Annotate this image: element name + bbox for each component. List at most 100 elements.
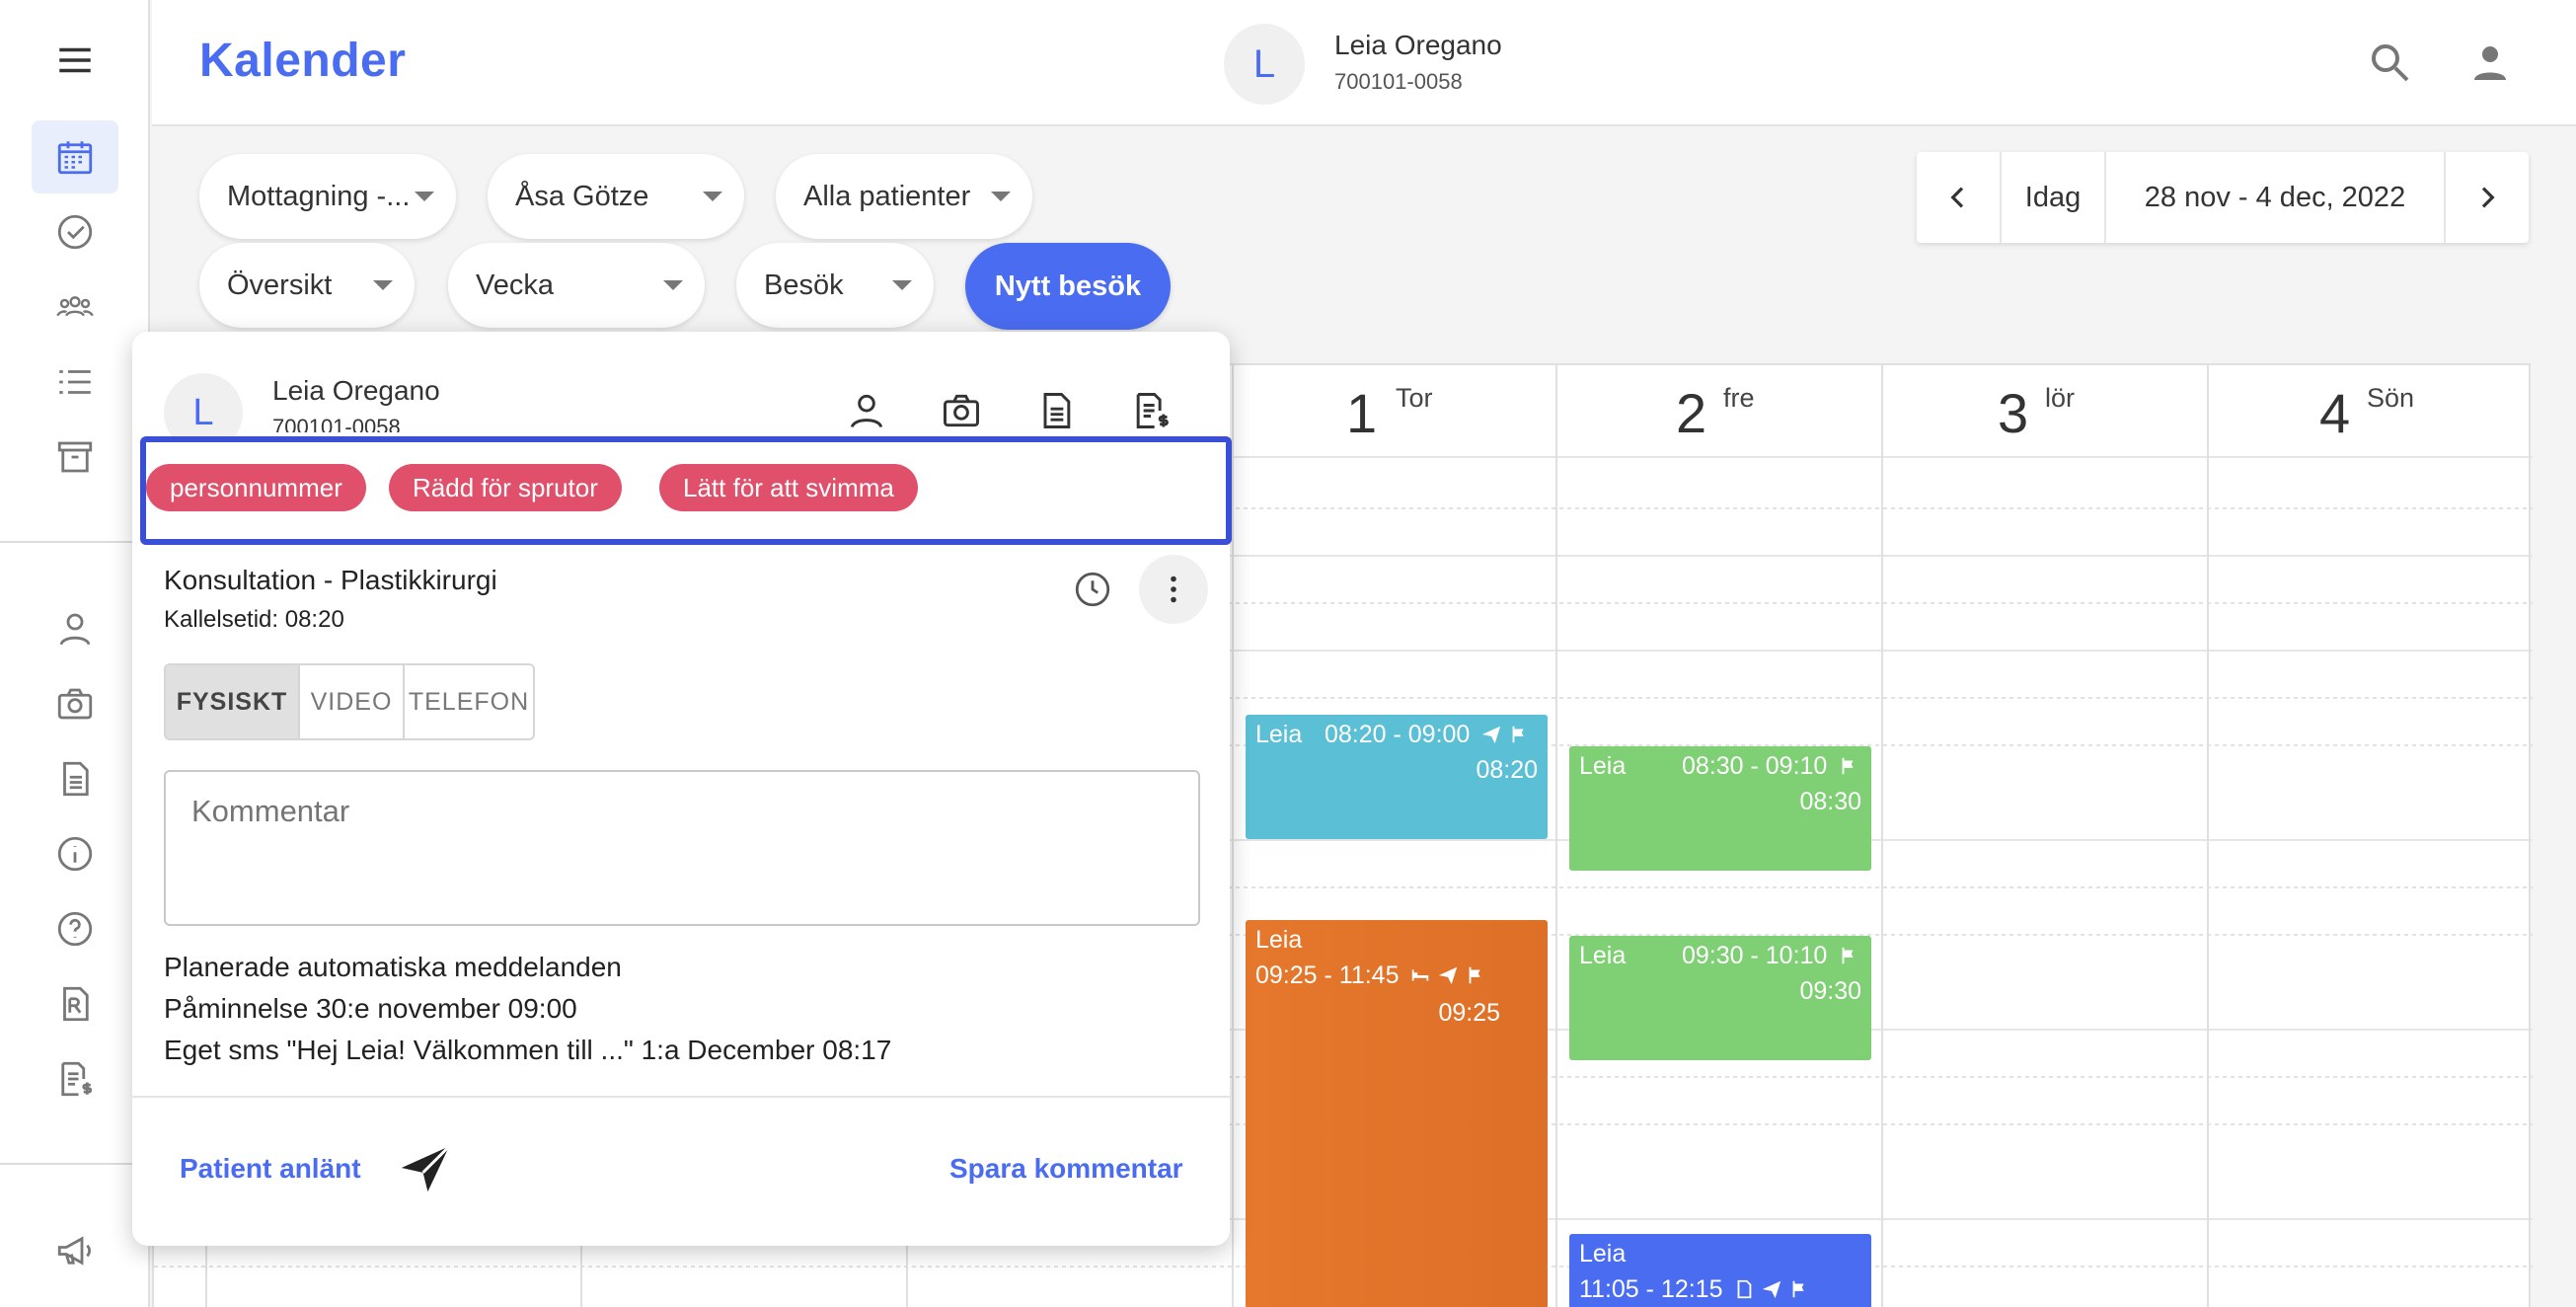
- day-header[interactable]: 1 Tor: [1232, 365, 1557, 458]
- flag-icon: [1842, 757, 1854, 775]
- visit-type-label: Besök: [764, 269, 844, 301]
- patient-tag[interactable]: Lätt för att svimma: [659, 464, 918, 511]
- new-visit-button[interactable]: Nytt besök: [965, 243, 1171, 330]
- messages-heading: Planerade automatiska meddelanden: [164, 952, 622, 982]
- patient-tag[interactable]: Rädd för sprutor: [389, 464, 622, 511]
- mode-physical-button[interactable]: FYSISKT: [166, 665, 300, 738]
- prescription-icon[interactable]: [32, 967, 118, 1040]
- chevron-down-icon: [703, 192, 722, 201]
- event-time-row: 11:05 - 12:15: [1579, 1275, 1811, 1304]
- send-icon: [1482, 726, 1501, 744]
- document-icon[interactable]: [1028, 383, 1084, 438]
- sidebar-divider: [0, 1163, 150, 1165]
- appointment-event[interactable]: Leia 08:20 - 09:00 08:20: [1246, 715, 1548, 839]
- comment-field[interactable]: [164, 770, 1200, 926]
- chevron-down-icon: [991, 192, 1011, 201]
- patient-filter-label: Alla patienter: [803, 180, 971, 212]
- account-icon[interactable]: [2458, 30, 2523, 95]
- patient-filter-select[interactable]: Alla patienter: [776, 154, 1032, 239]
- appointment-event[interactable]: Leia 09:30 - 10:10 09:30: [1569, 936, 1871, 1060]
- day-header[interactable]: 4 Sön: [2209, 365, 2531, 458]
- patient-tags-box: personnummer Rädd för sprutor Lätt för a…: [140, 436, 1232, 545]
- day-header[interactable]: 2 fre: [1557, 365, 1883, 458]
- check-circle-icon[interactable]: [32, 195, 118, 269]
- send-icon[interactable]: [397, 1139, 454, 1196]
- send-icon: [1763, 1280, 1781, 1299]
- appointment-event[interactable]: Leia 11:05 - 12:15: [1569, 1234, 1871, 1307]
- invoice-icon[interactable]: [32, 1042, 118, 1115]
- chevron-down-icon: [373, 280, 393, 290]
- day-number: 2: [1676, 382, 1707, 444]
- day-header[interactable]: 3 lör: [1883, 365, 2209, 458]
- menu-icon[interactable]: [32, 24, 118, 97]
- popup-divider: [132, 1096, 1230, 1098]
- flag-icon: [1470, 966, 1481, 984]
- view-mode-select[interactable]: Vecka: [448, 243, 705, 328]
- event-status-icons: [1404, 961, 1487, 990]
- sidebar-divider: [0, 541, 150, 543]
- popup-patient-id: 700101-0058: [272, 415, 401, 432]
- document-icon[interactable]: [32, 742, 118, 815]
- event-status-icons: [1833, 942, 1860, 970]
- invoice-icon[interactable]: [1123, 383, 1178, 438]
- camera-icon[interactable]: [32, 667, 118, 740]
- appointment-event[interactable]: Leia 09:25 - 11:45 09:25: [1246, 920, 1548, 1307]
- view-mode-label: Vecka: [476, 269, 554, 301]
- info-icon[interactable]: [32, 817, 118, 890]
- patient-arrived-button[interactable]: Patient anlänt: [180, 1153, 361, 1185]
- event-time-row: 08:20 - 09:00: [1325, 721, 1531, 749]
- event-time: 09:30 - 10:10: [1682, 942, 1828, 969]
- camera-icon[interactable]: [934, 383, 989, 438]
- practitioner-filter-label: Åsa Götze: [515, 180, 649, 212]
- visit-type-select[interactable]: Besök: [736, 243, 934, 328]
- patient-profile-icon[interactable]: [839, 383, 894, 438]
- popup-patient-name: Leia Oregano: [272, 375, 440, 406]
- clock-icon[interactable]: [1058, 555, 1127, 624]
- chevron-right-icon: [2481, 187, 2495, 208]
- event-time-row: 09:25 - 11:45: [1255, 961, 1487, 990]
- call-time: Kallelsetid: 08:20: [164, 606, 344, 633]
- patient-name: Leia Oregano: [1334, 30, 1502, 60]
- flag-icon: [1793, 1280, 1805, 1298]
- day-name: Tor: [1396, 383, 1433, 413]
- event-patient: Leia: [1255, 721, 1303, 748]
- megaphone-icon[interactable]: [32, 1214, 118, 1287]
- visit-mode-toggle: FYSISKT VIDEO TELEFON: [164, 663, 535, 740]
- visit-title: Konsultation - Plastikkirurgi: [164, 565, 497, 595]
- mode-phone-button[interactable]: TELEFON: [405, 665, 533, 738]
- appointment-event[interactable]: Leia 08:30 - 09:10 08:30: [1569, 746, 1871, 871]
- day-number: 1: [1346, 382, 1378, 444]
- event-time: 11:05 - 12:15: [1579, 1275, 1723, 1303]
- save-comment-button[interactable]: Spara kommentar: [949, 1153, 1183, 1185]
- calendar-icon[interactable]: [32, 120, 118, 193]
- left-sidebar: [0, 0, 150, 1307]
- search-icon[interactable]: [2357, 30, 2422, 95]
- date-navigator: Idag 28 nov - 4 dec, 2022: [1917, 152, 2529, 243]
- chevron-down-icon: [663, 280, 683, 290]
- more-options-icon[interactable]: [1139, 555, 1208, 624]
- clinic-filter-select[interactable]: Mottagning -...: [199, 154, 456, 239]
- event-time-row: 08:30 - 09:10: [1682, 752, 1860, 781]
- group-icon[interactable]: [32, 270, 118, 344]
- patient-tag[interactable]: personnummer: [146, 464, 366, 511]
- appointment-popup: L Leia Oregano 700101-0058 personnummer …: [132, 332, 1232, 1246]
- event-status-icons: [1833, 752, 1860, 781]
- practitioner-filter-select[interactable]: Åsa Götze: [488, 154, 744, 239]
- next-week-button[interactable]: [2446, 152, 2529, 243]
- event-patient: Leia: [1255, 926, 1303, 954]
- date-range-label[interactable]: 28 nov - 4 dec, 2022: [2106, 152, 2444, 243]
- mode-video-button[interactable]: VIDEO: [300, 665, 405, 738]
- overview-select[interactable]: Översikt: [199, 243, 415, 328]
- help-icon[interactable]: [32, 892, 118, 965]
- event-status-icons: [1476, 721, 1531, 749]
- day-name: Sön: [2367, 383, 2415, 413]
- event-status-icons: [1728, 1275, 1811, 1304]
- patient-avatar[interactable]: L: [1224, 24, 1305, 105]
- person-icon[interactable]: [32, 592, 118, 665]
- today-button[interactable]: Idag: [2002, 152, 2104, 243]
- archive-icon[interactable]: [32, 421, 118, 494]
- event-call-time: 08:20: [1476, 756, 1538, 784]
- event-patient: Leia: [1579, 752, 1627, 780]
- list-icon[interactable]: [32, 346, 118, 419]
- prev-week-button[interactable]: [1917, 152, 2000, 243]
